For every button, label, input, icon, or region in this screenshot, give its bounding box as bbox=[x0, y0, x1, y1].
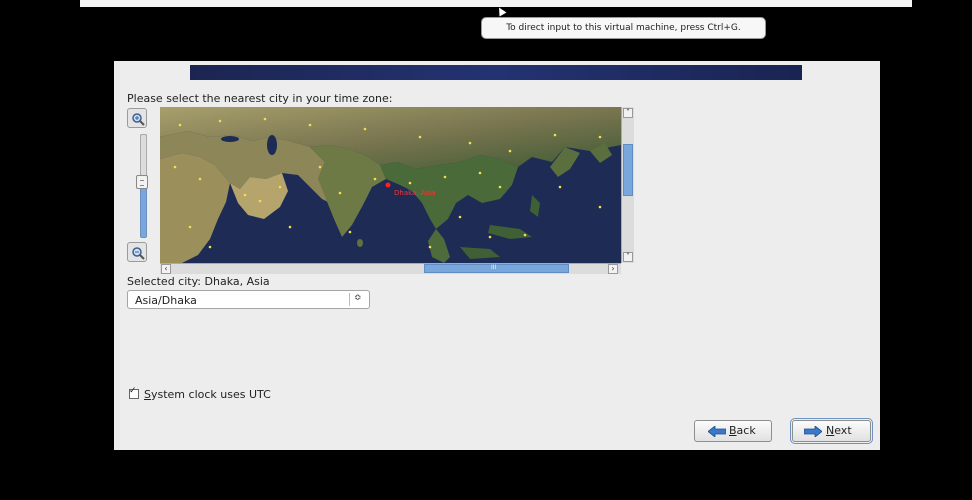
installer-banner bbox=[190, 65, 802, 80]
select-separator bbox=[349, 293, 350, 306]
next-label: ext bbox=[834, 424, 852, 437]
back-accel: B bbox=[729, 424, 737, 437]
scroll-down-icon[interactable]: ˅ bbox=[623, 252, 633, 262]
zoom-slider-track-upper bbox=[140, 134, 147, 178]
timezone-select-value: Asia/Dhaka bbox=[135, 294, 197, 307]
selected-city-marker-label: Dhaka, Asia bbox=[394, 189, 436, 197]
utc-checkbox[interactable]: System clock uses UTC bbox=[129, 386, 271, 401]
back-label: ack bbox=[736, 424, 756, 437]
installer-window: Please select the nearest city in your t… bbox=[114, 61, 880, 450]
next-button[interactable]: Next bbox=[790, 418, 873, 444]
zoom-out-icon bbox=[132, 247, 145, 260]
checkbox-icon[interactable] bbox=[129, 386, 139, 399]
back-arrow-icon bbox=[708, 426, 726, 437]
back-button[interactable]: Back bbox=[694, 420, 772, 442]
utc-label: ystem clock uses UTC bbox=[150, 388, 271, 401]
timezone-map-panel: Dhaka, Asia ˄ ˅ ‹ III › bbox=[127, 107, 634, 274]
select-arrows-icon: ≎ bbox=[354, 293, 362, 303]
utc-label-accel: S bbox=[144, 388, 151, 401]
scroll-left-icon[interactable]: ‹ bbox=[161, 264, 171, 274]
next-arrow-icon bbox=[804, 426, 822, 437]
next-accel: N bbox=[826, 424, 835, 437]
zoom-out-button[interactable] bbox=[127, 242, 147, 262]
vm-input-tooltip: To direct input to this virtual machine,… bbox=[481, 17, 766, 39]
timezone-prompt: Please select the nearest city in your t… bbox=[127, 92, 393, 105]
scroll-up-icon[interactable]: ˄ bbox=[623, 108, 633, 118]
timezone-select[interactable]: Asia/Dhaka ≎ bbox=[127, 290, 370, 309]
map-horizontal-scroll-thumb[interactable]: III bbox=[424, 264, 569, 273]
zoom-slider-handle[interactable] bbox=[136, 175, 148, 189]
mouse-cursor-icon bbox=[495, 5, 507, 17]
vm-top-strip bbox=[80, 0, 912, 7]
scroll-right-icon[interactable]: › bbox=[608, 264, 618, 274]
zoom-in-button[interactable] bbox=[127, 108, 147, 128]
map-horizontal-scrollbar[interactable]: ‹ III › bbox=[160, 263, 621, 274]
selected-city-label: Selected city: Dhaka, Asia bbox=[127, 275, 270, 288]
map-vertical-scroll-thumb[interactable] bbox=[623, 144, 633, 196]
zoom-in-icon bbox=[132, 113, 145, 126]
map-vertical-scrollbar[interactable]: ˄ ˅ bbox=[621, 107, 634, 263]
scroll-thumb-grip: III bbox=[491, 264, 497, 271]
world-timezone-map[interactable]: Dhaka, Asia bbox=[160, 107, 621, 263]
